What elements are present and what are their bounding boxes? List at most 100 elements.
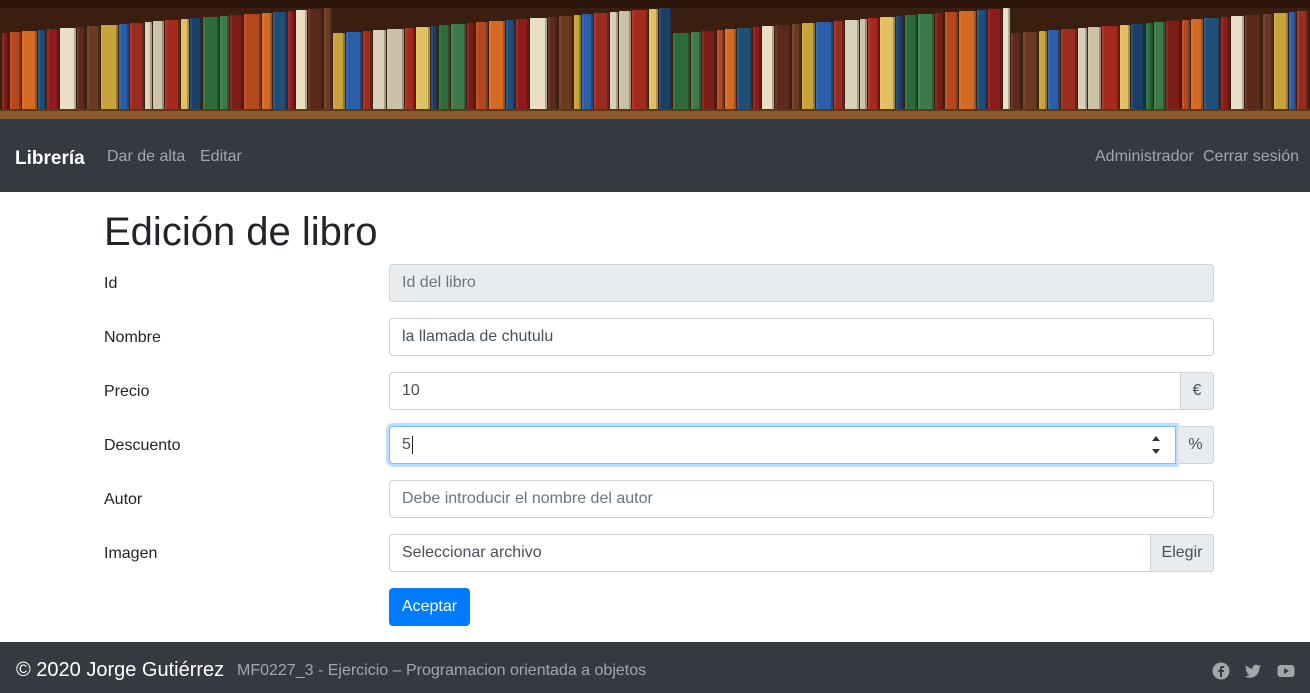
header-banner-image [0, 0, 1310, 119]
book-spine [101, 25, 118, 111]
spinner-up-icon[interactable] [1152, 436, 1160, 441]
youtube-icon[interactable] [1277, 662, 1295, 680]
nav-link-editar[interactable]: Editar [200, 148, 242, 166]
book-spine [1023, 32, 1038, 111]
book-spine [244, 14, 261, 111]
book-spine [632, 10, 648, 111]
accept-button[interactable]: Aceptar [389, 588, 470, 626]
descuento-input[interactable]: 5 [389, 426, 1176, 464]
book-spine [594, 13, 609, 111]
book-spine [574, 15, 581, 111]
book-spine [610, 12, 618, 111]
browse-label: Elegir [1161, 544, 1203, 561]
file-input-text: Seleccionar archivo [402, 544, 542, 561]
book-spine [262, 13, 272, 111]
book-spine [119, 24, 129, 111]
book-spine [77, 27, 86, 111]
book-spine [451, 24, 466, 111]
book-spine [702, 31, 716, 111]
number-spinner[interactable] [1151, 436, 1161, 454]
footer-subtitle: MF0227_3 - Ejercicio – Programacion orie… [237, 662, 647, 679]
book-spine [1131, 24, 1145, 111]
footer-copyright: © 2020 Jorge Gutiérrez [16, 659, 225, 681]
text-caret [411, 436, 413, 454]
book-spine [1154, 22, 1165, 111]
book-spine [1102, 26, 1119, 111]
book-spine [977, 10, 987, 111]
book-spine [1078, 28, 1087, 111]
book-spine [816, 22, 833, 111]
book-spine [762, 26, 774, 111]
book-spine [717, 30, 724, 111]
nav-link-administrador[interactable]: Administrador [1095, 148, 1194, 166]
book-spine [516, 19, 529, 111]
book-spine [145, 22, 152, 111]
book-spine [1011, 33, 1022, 111]
book-spine [1048, 30, 1060, 111]
book-spine [1003, 8, 1010, 111]
book-spine [273, 12, 287, 111]
navbar-brand[interactable]: Librería [15, 148, 85, 170]
nombre-input[interactable]: la llamada de chutulu [389, 318, 1214, 356]
imagen-file-input[interactable]: Seleccionar archivo [389, 534, 1214, 572]
book-spine [945, 12, 958, 111]
book-spine [439, 25, 450, 111]
book-spine [190, 18, 202, 111]
bookshelf-board [0, 109, 1310, 119]
book-spine [308, 9, 323, 111]
spinner-down-icon[interactable] [1152, 449, 1160, 454]
book-spine [181, 19, 189, 111]
descuento-value: 5 [402, 436, 411, 453]
nav-link-cerrar-sesion[interactable]: Cerrar sesión [1203, 148, 1299, 166]
book-spine [1231, 16, 1244, 111]
autor-input[interactable]: Debe introducir el nombre del autor [389, 480, 1214, 518]
id-placeholder: Id del libro [402, 274, 476, 291]
bookshelf-books [0, 6, 1310, 111]
book-spine [506, 20, 515, 111]
book-spine [1061, 29, 1077, 111]
nombre-value: la llamada de chutulu [402, 328, 554, 345]
imagen-label: Imagen [104, 545, 158, 562]
nav-link-dar-de-alta[interactable]: Dar de alta [107, 148, 185, 166]
book-spine [1088, 27, 1101, 111]
book-spine [845, 20, 859, 111]
descuento-label: Descuento [104, 437, 181, 454]
book-spine [203, 17, 219, 111]
precio-input[interactable]: 10 [389, 372, 1181, 410]
twitter-icon[interactable] [1244, 662, 1262, 680]
book-spine [405, 28, 415, 111]
autor-label: Autor [104, 491, 143, 508]
book-spine [935, 13, 944, 111]
book-spine [619, 11, 631, 111]
autor-placeholder: Debe introducir el nombre del autor [402, 490, 653, 507]
book-spine [220, 16, 229, 111]
book-spine [659, 8, 672, 111]
book-spine [559, 16, 573, 111]
book-spine [2, 33, 9, 111]
facebook-icon[interactable] [1212, 662, 1230, 680]
book-spine [346, 32, 362, 111]
book-spine [38, 30, 46, 111]
book-spine [431, 26, 438, 111]
precio-value: 10 [402, 382, 420, 399]
book-spine [1263, 14, 1273, 111]
book-spine [363, 31, 372, 111]
book-spine [1039, 31, 1047, 111]
precio-label: Precio [104, 383, 150, 400]
book-spine [880, 17, 895, 111]
book-spine [230, 15, 243, 111]
nombre-label: Nombre [104, 329, 161, 346]
euro-symbol: € [1192, 382, 1202, 399]
top-navbar: Librería Dar de alta Editar Administrado… [0, 119, 1310, 192]
book-spine [649, 9, 658, 111]
book-spine [548, 17, 558, 111]
book-spine [775, 25, 791, 111]
book-spine [60, 28, 76, 111]
percent-addon: % [1177, 426, 1214, 464]
book-spine [288, 11, 295, 111]
book-spine [324, 8, 332, 111]
percent-symbol: % [1188, 436, 1203, 453]
book-spine [416, 27, 430, 111]
book-spine [753, 27, 761, 111]
browse-button[interactable]: Elegir [1150, 534, 1214, 572]
